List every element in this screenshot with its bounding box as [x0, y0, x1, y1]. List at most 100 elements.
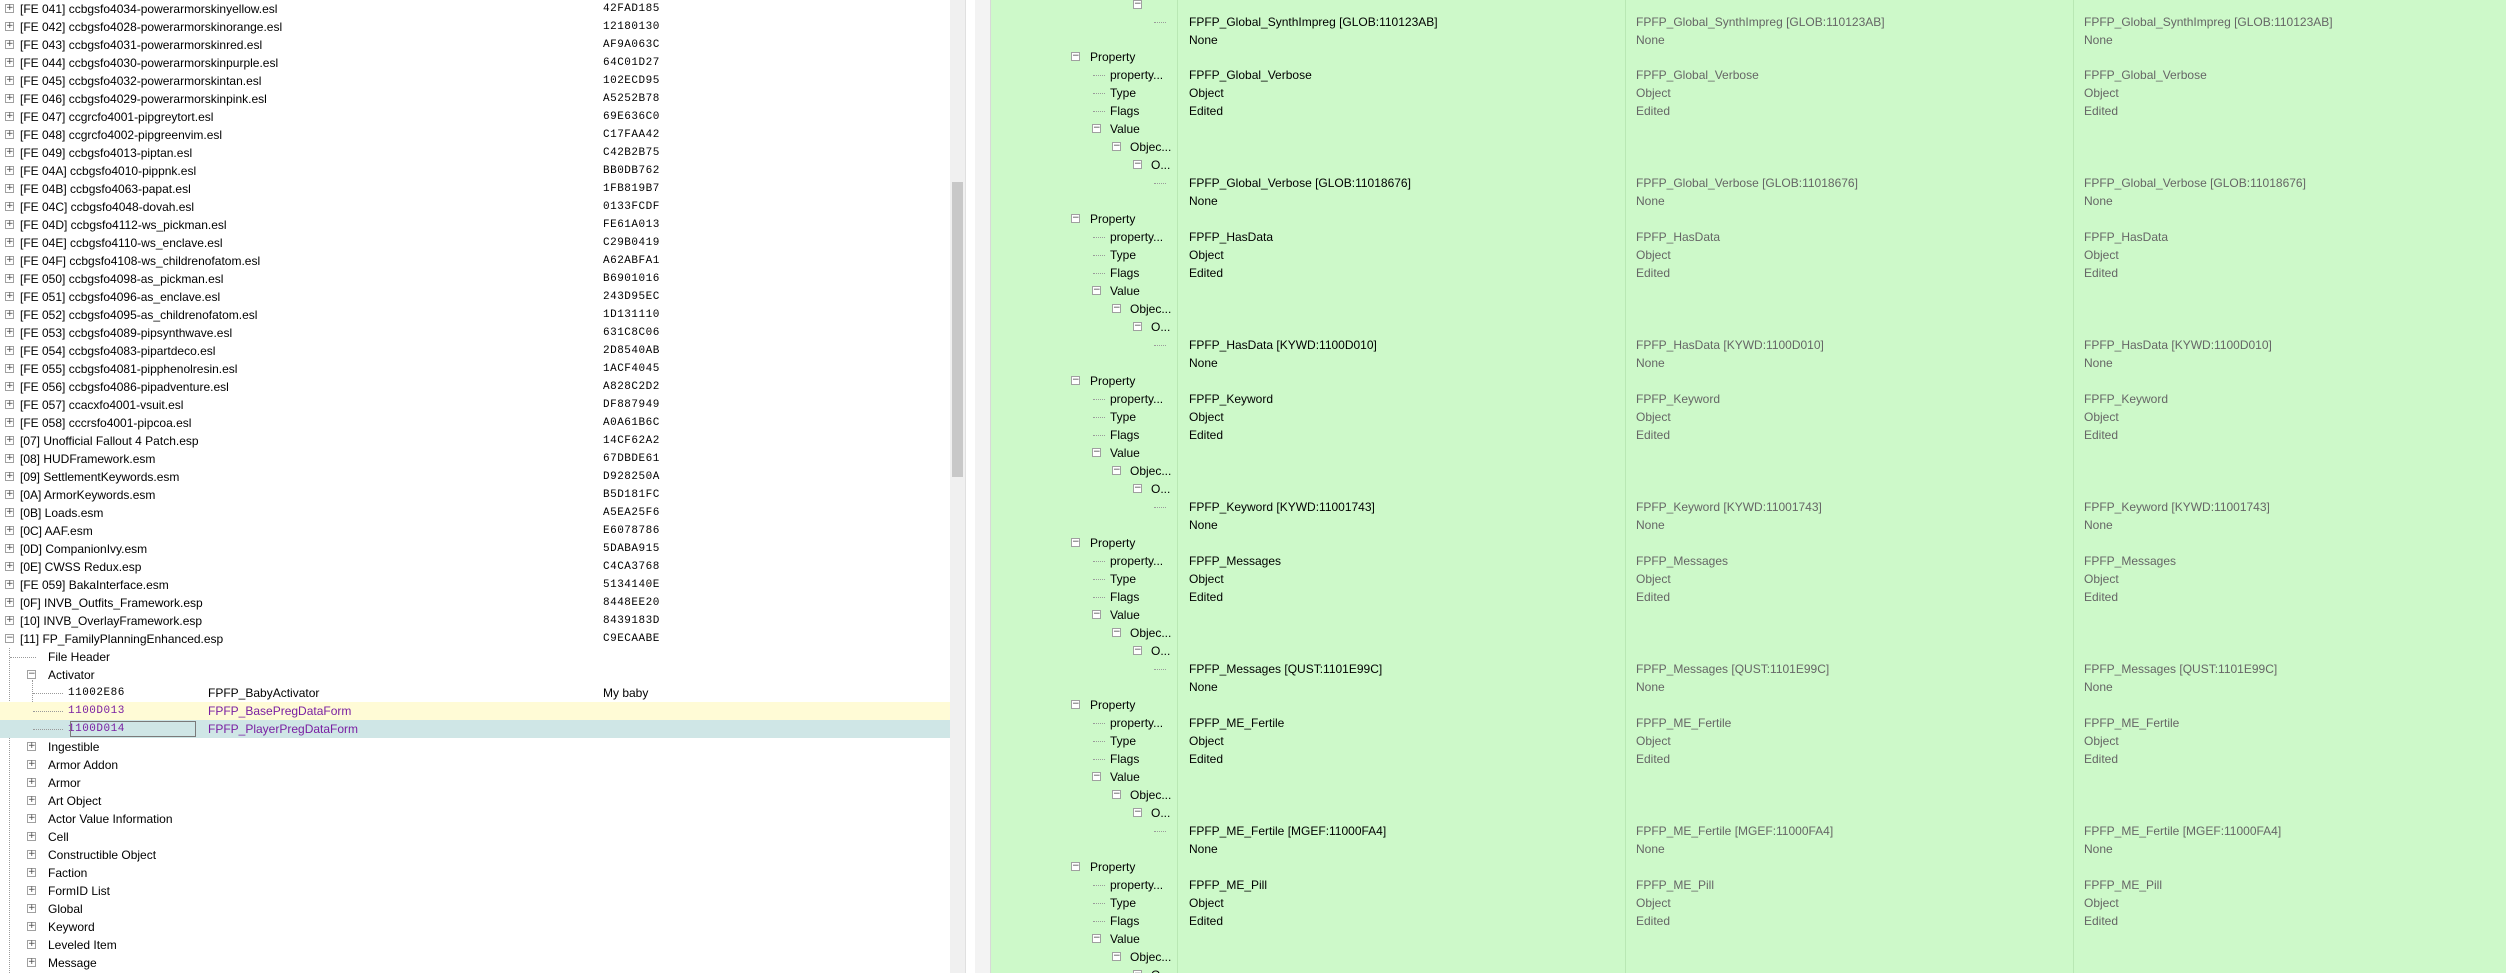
- object-v2-row[interactable]: −O...: [990, 480, 2506, 498]
- expand-toggle-icon[interactable]: +: [5, 400, 14, 409]
- expand-toggle-icon[interactable]: +: [27, 796, 36, 805]
- object-union-row[interactable]: − Objec...: [990, 624, 2506, 642]
- collapse-toggle-icon[interactable]: −: [1071, 538, 1080, 547]
- plugin-row[interactable]: + [FE 057] ccacxfo4001-vsuit.esl DF887949: [0, 396, 950, 414]
- collapse-toggle-icon[interactable]: −: [1071, 862, 1080, 871]
- value-header-row[interactable]: − Value: [990, 606, 2506, 624]
- object-v2-row[interactable]: −O...: [990, 966, 2506, 973]
- expand-toggle-icon[interactable]: +: [5, 436, 14, 445]
- collapse-toggle-icon[interactable]: −: [1112, 952, 1121, 961]
- expand-toggle-icon[interactable]: +: [5, 328, 14, 337]
- property-name-row[interactable]: property... FPFP_ME_Fertile FPFP_ME_Fertil…: [990, 714, 2506, 732]
- object-union-row[interactable]: − Objec...: [990, 462, 2506, 480]
- plugin-row[interactable]: − [11] FP_FamilyPlanningEnhanced.esp C9ECA…: [0, 630, 950, 648]
- file-header-row[interactable]: File Header: [0, 648, 950, 666]
- group-row[interactable]: + Constructible Object: [0, 846, 950, 864]
- property-type-row[interactable]: Type Object Object Object: [990, 84, 2506, 102]
- expand-toggle-icon[interactable]: +: [5, 526, 14, 535]
- expand-toggle-icon[interactable]: +: [27, 742, 36, 751]
- property-flags-row[interactable]: Flags Edited Edited Edited: [990, 264, 2506, 282]
- expand-toggle-icon[interactable]: +: [27, 922, 36, 931]
- plugin-row[interactable]: + [FE 04D] ccbgsfo4112-ws_pickman.esl FE61…: [0, 216, 950, 234]
- expand-toggle-icon[interactable]: +: [5, 76, 14, 85]
- property-name-row[interactable]: property... FPFP_Messages FPFP_Messages FPF…: [990, 552, 2506, 570]
- object-union-row[interactable]: − Objec...: [990, 300, 2506, 318]
- plugin-row[interactable]: + [FE 045] ccbgsfo4032-powerarmorskintan.…: [0, 72, 950, 90]
- collapse-toggle-icon[interactable]: −: [1092, 934, 1101, 943]
- form-value-row[interactable]: FPFP_Global_Verbose [GLOB:11018676] FPFP_…: [990, 174, 2506, 192]
- plugin-row[interactable]: + [FE 04F] ccbgsfo4108-ws_childrenofatom.…: [0, 252, 950, 270]
- plugin-row[interactable]: + [09] SettlementKeywords.esm D928250A: [0, 468, 950, 486]
- group-row-activator[interactable]: − Activator: [0, 666, 950, 684]
- collapse-toggle-icon[interactable]: −: [1133, 322, 1142, 331]
- group-row[interactable]: + Ingestible: [0, 738, 950, 756]
- collapse-toggle-icon[interactable]: −: [1133, 0, 1142, 9]
- property-flags-row[interactable]: Flags Edited Edited Edited: [990, 426, 2506, 444]
- plugin-row[interactable]: + [FE 04C] ccbgsfo4048-dovah.esl 0133FCDF: [0, 198, 950, 216]
- plugin-row[interactable]: + [FE 043] ccbgsfo4031-powerarmorskinred.…: [0, 36, 950, 54]
- object-union-row[interactable]: − Objec...: [990, 948, 2506, 966]
- expand-toggle-icon[interactable]: +: [5, 544, 14, 553]
- tree-scrollbar-thumb[interactable]: [952, 182, 963, 477]
- expand-toggle-icon[interactable]: +: [27, 778, 36, 787]
- collapse-toggle-icon[interactable]: −: [1133, 646, 1142, 655]
- property-header-row[interactable]: − Property: [990, 534, 2506, 552]
- plugin-row[interactable]: + [FE 048] ccgrcfo4002-pipgreenvim.esl C17…: [0, 126, 950, 144]
- property-header-row[interactable]: − Property: [990, 210, 2506, 228]
- collapse-toggle-icon[interactable]: −: [1071, 376, 1080, 385]
- plugin-row[interactable]: + [FE 047] ccgrcfo4001-pipgreytort.esl 69E…: [0, 108, 950, 126]
- expand-toggle-icon[interactable]: +: [5, 490, 14, 499]
- plugin-row[interactable]: + [FE 052] ccbgsfo4095-as_childrenofatom.…: [0, 306, 950, 324]
- value-row[interactable]: FPFP_Global_SynthImpreg [GLOB:110123AB] F…: [990, 13, 2506, 31]
- collapse-toggle-icon[interactable]: −: [1133, 808, 1142, 817]
- collapse-toggle-icon[interactable]: −: [1092, 286, 1101, 295]
- plugin-row[interactable]: + [07] Unofficial Fallout 4 Patch.esp 14CF…: [0, 432, 950, 450]
- collapse-toggle-icon[interactable]: −: [1133, 160, 1142, 169]
- expand-toggle-icon[interactable]: +: [5, 472, 14, 481]
- plugin-row[interactable]: + [FE 051] ccbgsfo4096-as_enclave.esl 243D…: [0, 288, 950, 306]
- property-name-row[interactable]: property... FPFP_ME_Pill FPFP_ME_Pill FPFP_…: [990, 876, 2506, 894]
- activator-record-row[interactable]: 11002E86 FPFP_BabyActivator My baby: [0, 684, 950, 702]
- group-row[interactable]: + Leveled Item: [0, 936, 950, 954]
- expand-toggle-icon[interactable]: +: [5, 292, 14, 301]
- group-row[interactable]: + Keyword: [0, 918, 950, 936]
- plugin-row[interactable]: + [FE 054] ccbgsfo4083-pipartdeco.esl 2D85…: [0, 342, 950, 360]
- expand-toggle-icon[interactable]: +: [27, 868, 36, 877]
- plugin-row[interactable]: + [FE 04A] ccbgsfo4010-pippnk.esl BB0DB762: [0, 162, 950, 180]
- object-v2-row[interactable]: −O...: [990, 318, 2506, 336]
- value-header-row[interactable]: − Value: [990, 282, 2506, 300]
- plugin-row[interactable]: + [FE 049] ccbgsfo4013-piptan.esl C42B2B75: [0, 144, 950, 162]
- group-row[interactable]: + Faction: [0, 864, 950, 882]
- value-header-row[interactable]: − Value: [990, 120, 2506, 138]
- expand-toggle-icon[interactable]: +: [5, 616, 14, 625]
- object-v2-row[interactable]: −O...: [990, 804, 2506, 822]
- property-name-row[interactable]: property... FPFP_Global_Verbose FPFP_Globa…: [990, 66, 2506, 84]
- expand-toggle-icon[interactable]: +: [27, 850, 36, 859]
- alias-row[interactable]: None None None: [990, 192, 2506, 210]
- form-value-row[interactable]: FPFP_Keyword [KYWD:11001743] FPFP_Keyword…: [990, 498, 2506, 516]
- collapse-toggle-icon[interactable]: −: [1092, 124, 1101, 133]
- property-type-row[interactable]: Type Object Object Object: [990, 408, 2506, 426]
- expand-toggle-icon[interactable]: +: [5, 274, 14, 283]
- plugin-row[interactable]: + [10] INVB_OverlayFramework.esp 8439183D: [0, 612, 950, 630]
- expand-toggle-icon[interactable]: +: [5, 112, 14, 121]
- plugin-row[interactable]: + [FE 04E] ccbgsfo4110-ws_enclave.esl C29B…: [0, 234, 950, 252]
- alias-row[interactable]: None None None: [990, 678, 2506, 696]
- property-flags-row[interactable]: Flags Edited Edited Edited: [990, 912, 2506, 930]
- plugin-row[interactable]: + [0A] ArmorKeywords.esm B5D181FC: [0, 486, 950, 504]
- group-row[interactable]: + Message: [0, 954, 950, 972]
- expand-toggle-icon[interactable]: +: [5, 382, 14, 391]
- collapse-toggle-icon[interactable]: −: [1092, 610, 1101, 619]
- alias-row[interactable]: None None None: [990, 840, 2506, 858]
- expand-toggle-icon[interactable]: +: [27, 832, 36, 841]
- plugin-row[interactable]: + [FE 041] ccbgsfo4034-powerarmorskinyell…: [0, 0, 950, 18]
- property-header-row[interactable]: − Property: [990, 48, 2506, 66]
- group-row[interactable]: + Art Object: [0, 792, 950, 810]
- collapse-toggle-icon[interactable]: −: [1112, 142, 1121, 151]
- property-flags-row[interactable]: Flags Edited Edited Edited: [990, 750, 2506, 768]
- collapse-toggle-icon[interactable]: −: [1133, 484, 1142, 493]
- plugin-row[interactable]: + [0C] AAF.esm E6078786: [0, 522, 950, 540]
- form-value-row[interactable]: FPFP_ME_Fertile [MGEF:11000FA4] FPFP_ME_F…: [990, 822, 2506, 840]
- plugin-row[interactable]: + [FE 056] ccbgsfo4086-pipadventure.esl A8…: [0, 378, 950, 396]
- collapse-toggle-icon[interactable]: −: [1092, 772, 1101, 781]
